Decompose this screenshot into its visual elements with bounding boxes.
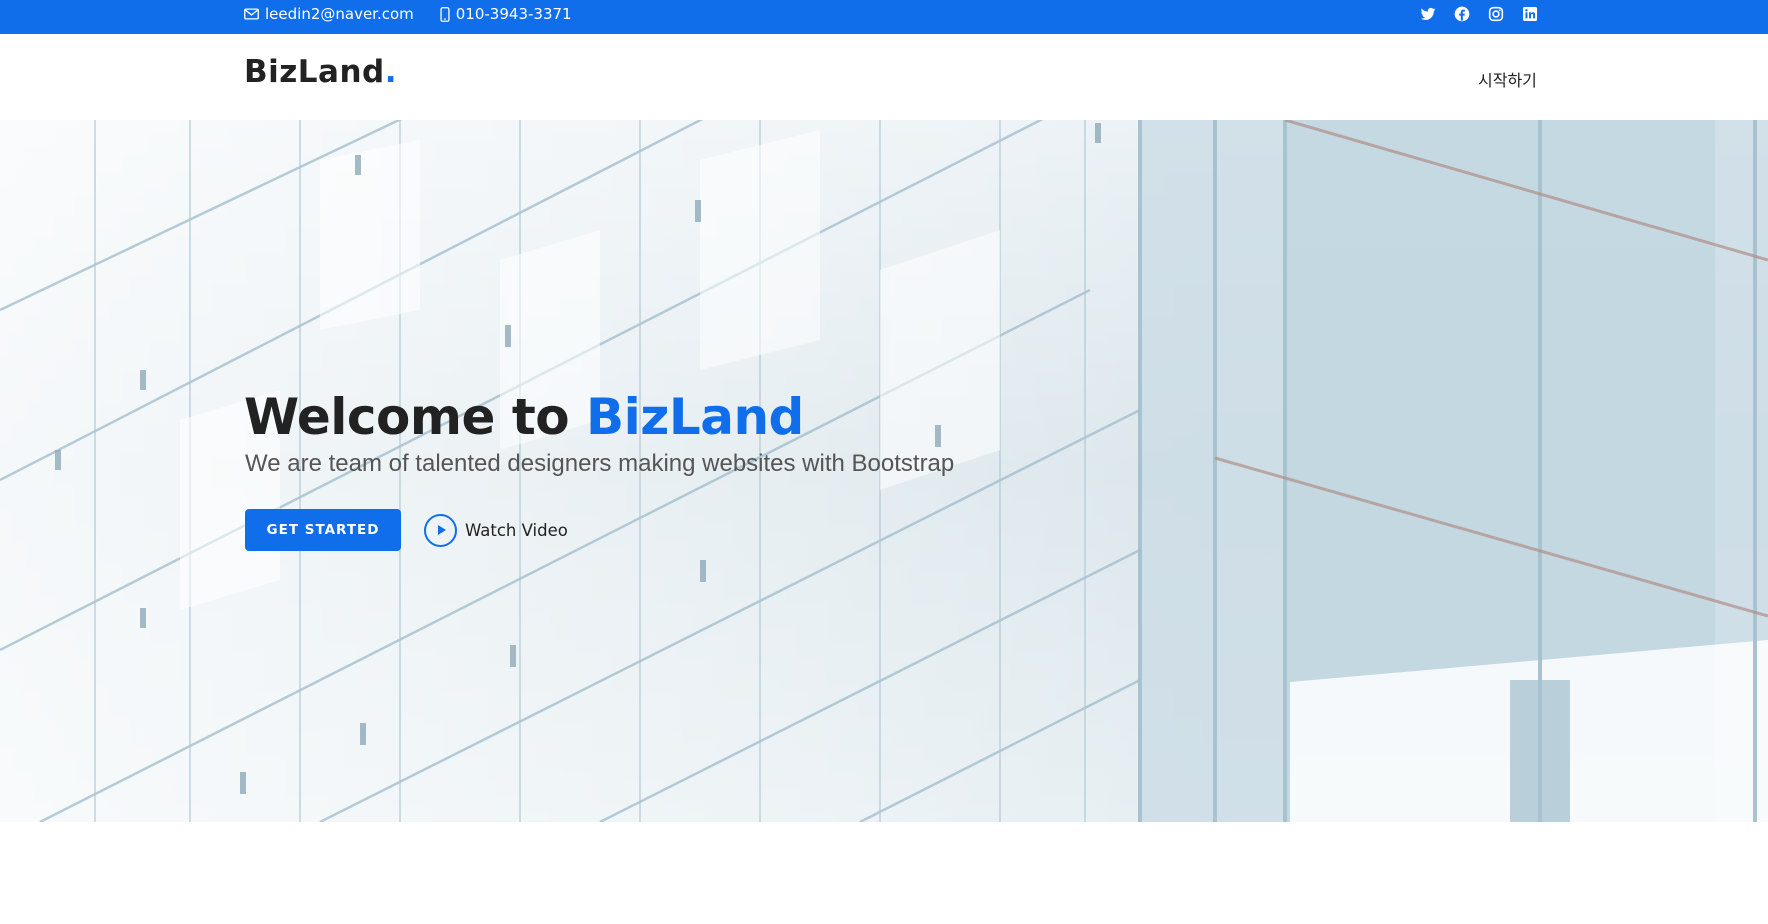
linkedin-icon[interactable] <box>1522 6 1538 22</box>
phone-icon <box>440 6 450 22</box>
play-circle-icon <box>424 513 457 547</box>
nav-get-started-link[interactable]: 시작하기 <box>1478 67 1537 91</box>
email-text: leedin2@naver.com <box>265 5 414 23</box>
logo-dot: . <box>384 54 398 90</box>
phone-contact[interactable]: 010-3943-3371 <box>440 5 572 23</box>
hero-title-prefix: Welcome to <box>244 388 586 446</box>
hero-subtitle: We are team of talented designers making… <box>245 450 955 477</box>
social-links <box>1420 0 1538 28</box>
hero-title-brand: BizLand <box>586 388 804 446</box>
logo-text: BizLand <box>244 54 385 90</box>
watch-video-label: Watch Video <box>465 520 568 540</box>
hero-section: Welcome to BizLand We are team of talent… <box>0 120 1768 822</box>
envelope-icon <box>244 8 259 20</box>
email-contact[interactable]: leedin2@naver.com <box>244 5 414 23</box>
facebook-icon[interactable] <box>1454 6 1470 22</box>
get-started-button[interactable]: GET STARTED <box>245 509 401 551</box>
twitter-icon[interactable] <box>1420 6 1436 22</box>
top-bar: leedin2@naver.com 010-3943-3371 <box>0 0 1768 34</box>
logo[interactable]: BizLand. <box>244 54 397 90</box>
instagram-icon[interactable] <box>1488 6 1504 22</box>
site-header: BizLand. 시작하기 <box>0 34 1768 120</box>
phone-text: 010-3943-3371 <box>455 5 572 23</box>
contact-info: leedin2@naver.com 010-3943-3371 <box>244 0 572 28</box>
watch-video-link[interactable]: Watch Video <box>424 513 568 547</box>
hero-title: Welcome to BizLand <box>244 388 804 446</box>
